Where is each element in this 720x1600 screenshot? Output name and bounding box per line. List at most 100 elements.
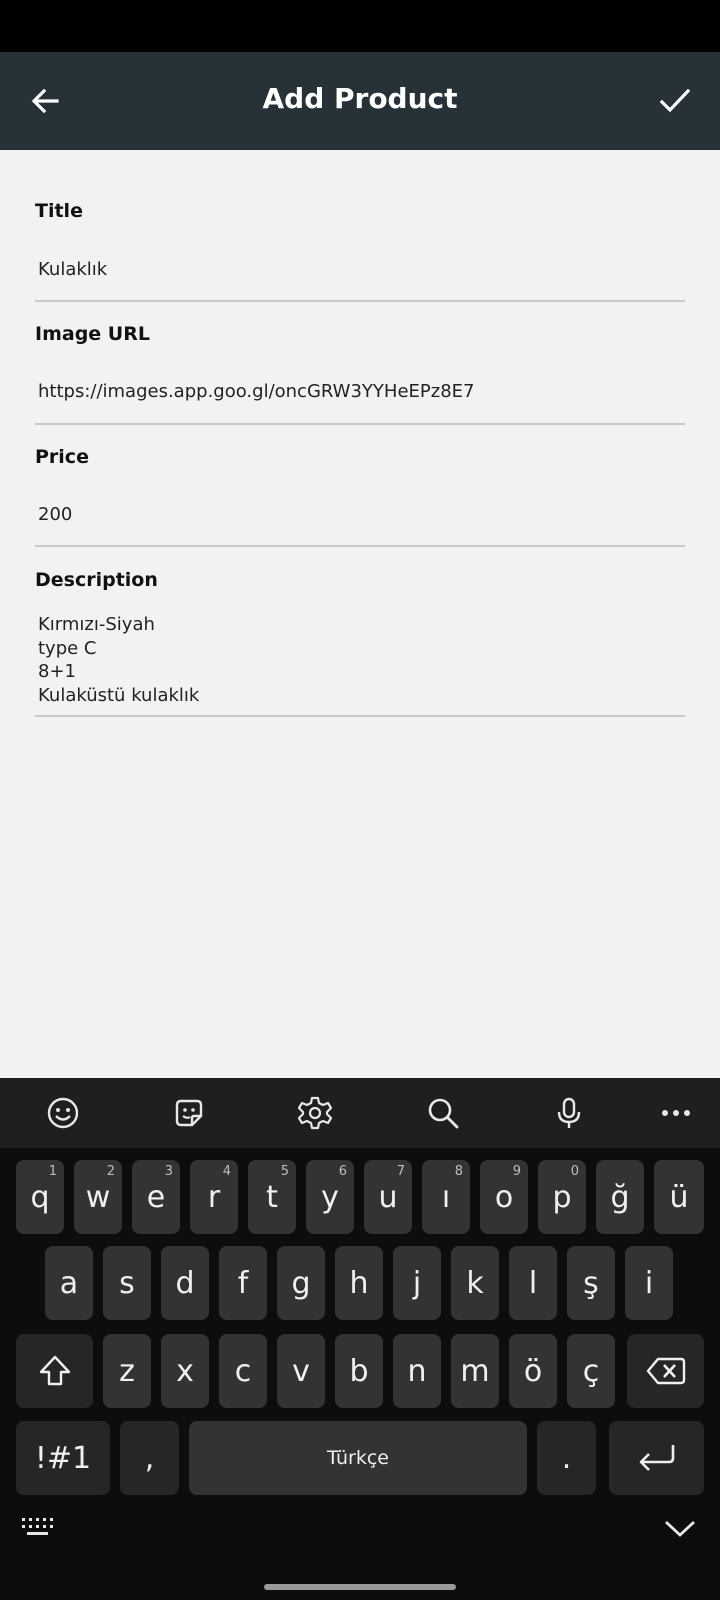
key-w[interactable]: 2w — [74, 1160, 122, 1234]
keyboard-switch-button[interactable] — [20, 1516, 58, 1543]
key-hint: 6 — [338, 1164, 347, 1179]
price-field: Price 200 — [35, 446, 685, 547]
title-underline — [35, 300, 685, 302]
key-label: . — [561, 1440, 572, 1476]
key-label: r — [207, 1179, 221, 1215]
key-label: y — [321, 1179, 339, 1215]
sticker-button[interactable] — [169, 1093, 209, 1133]
key-k[interactable]: k — [451, 1246, 499, 1320]
key-j[interactable]: j — [393, 1246, 441, 1320]
key-x[interactable]: x — [161, 1334, 209, 1408]
key-label: x — [176, 1353, 194, 1389]
key-m[interactable]: m — [451, 1334, 499, 1408]
key-v[interactable]: v — [277, 1334, 325, 1408]
key-label: g — [291, 1265, 311, 1301]
key-s[interactable]: s — [103, 1246, 151, 1320]
key-g-breve[interactable]: ğ — [596, 1160, 644, 1234]
key-label: s — [119, 1265, 135, 1301]
key-u-umlaut[interactable]: ü — [654, 1160, 704, 1234]
key-u[interactable]: 7u — [364, 1160, 412, 1234]
key-hint: 4 — [222, 1164, 231, 1179]
key-hint: 5 — [280, 1164, 289, 1179]
period-key[interactable]: . — [537, 1421, 596, 1495]
navigation-bar — [0, 1502, 720, 1600]
backspace-key[interactable] — [627, 1334, 704, 1408]
key-b[interactable]: b — [335, 1334, 383, 1408]
key-f[interactable]: f — [219, 1246, 267, 1320]
key-a[interactable]: a — [45, 1246, 93, 1320]
enter-key[interactable] — [609, 1421, 704, 1495]
key-label: c — [234, 1353, 252, 1389]
backspace-icon — [646, 1357, 685, 1385]
hide-keyboard-button[interactable] — [662, 1516, 698, 1545]
key-l[interactable]: l — [509, 1246, 557, 1320]
key-c-cedilla[interactable]: ç — [567, 1334, 615, 1408]
enter-icon — [639, 1445, 674, 1471]
key-label: h — [349, 1265, 369, 1301]
key-label: n — [407, 1353, 427, 1389]
key-label: p — [552, 1179, 572, 1215]
key-g[interactable]: g — [277, 1246, 325, 1320]
key-label: , — [144, 1440, 155, 1476]
key-label: ş — [583, 1265, 599, 1301]
key-s-cedilla[interactable]: ş — [567, 1246, 615, 1320]
image-url-input[interactable]: https://images.app.goo.gl/oncGRW3YYHeEPz… — [38, 381, 474, 402]
key-h[interactable]: h — [335, 1246, 383, 1320]
search-icon — [428, 1098, 459, 1129]
key-r[interactable]: 4r — [190, 1160, 238, 1234]
home-indicator[interactable] — [264, 1584, 456, 1590]
symbols-key[interactable]: !#1 — [16, 1421, 110, 1495]
key-d[interactable]: d — [161, 1246, 209, 1320]
description-underline — [35, 715, 685, 717]
keyboard-icon — [22, 1518, 53, 1535]
key-hint: 9 — [512, 1164, 521, 1179]
space-key[interactable]: Türkçe — [189, 1421, 527, 1495]
key-label: a — [59, 1265, 79, 1301]
voice-input-button[interactable] — [549, 1093, 589, 1133]
description-line: type C — [38, 637, 97, 659]
key-p[interactable]: 0p — [538, 1160, 586, 1234]
key-e[interactable]: 3e — [132, 1160, 180, 1234]
key-label: q — [30, 1179, 50, 1215]
check-icon — [659, 88, 691, 113]
key-label: l — [528, 1265, 538, 1301]
key-label: j — [412, 1265, 422, 1301]
key-n[interactable]: n — [393, 1334, 441, 1408]
title-field: Title Kulaklık — [35, 200, 685, 302]
description-input[interactable]: Kırmızı-Siyah type C 8+1 Kulaküstü kulak… — [38, 613, 199, 707]
emoji-icon — [47, 1097, 79, 1129]
title-input[interactable]: Kulaklık — [38, 259, 107, 280]
key-i[interactable]: i — [625, 1246, 673, 1320]
key-label: d — [175, 1265, 195, 1301]
settings-button[interactable] — [295, 1093, 335, 1133]
key-o-umlaut[interactable]: ö — [509, 1334, 557, 1408]
key-label: t — [266, 1179, 278, 1215]
key-label: i — [644, 1265, 654, 1301]
key-label: ğ — [610, 1179, 630, 1215]
key-dotless-i[interactable]: 8ı — [422, 1160, 470, 1234]
key-hint: 1 — [48, 1164, 57, 1179]
key-label: e — [146, 1179, 166, 1215]
save-button[interactable] — [652, 78, 698, 124]
search-button[interactable] — [423, 1093, 463, 1133]
key-z[interactable]: z — [103, 1334, 151, 1408]
shift-key[interactable] — [16, 1334, 93, 1408]
price-input[interactable]: 200 — [38, 504, 72, 525]
key-y[interactable]: 6y — [306, 1160, 354, 1234]
key-label: o — [494, 1179, 514, 1215]
key-hint: 2 — [106, 1164, 115, 1179]
chevron-down-icon — [665, 1520, 695, 1537]
sticker-icon — [175, 1099, 203, 1127]
microphone-icon — [557, 1097, 581, 1128]
key-t[interactable]: 5t — [248, 1160, 296, 1234]
more-button[interactable] — [656, 1093, 696, 1133]
key-o[interactable]: 9o — [480, 1160, 528, 1234]
key-q[interactable]: 1q — [16, 1160, 64, 1234]
comma-key[interactable]: , — [120, 1421, 179, 1495]
key-label: Türkçe — [327, 1447, 389, 1469]
status-bar — [0, 0, 720, 52]
key-label: !#1 — [34, 1440, 92, 1476]
emoji-button[interactable] — [43, 1093, 83, 1133]
page-title: Add Product — [262, 82, 458, 115]
key-c[interactable]: c — [219, 1334, 267, 1408]
